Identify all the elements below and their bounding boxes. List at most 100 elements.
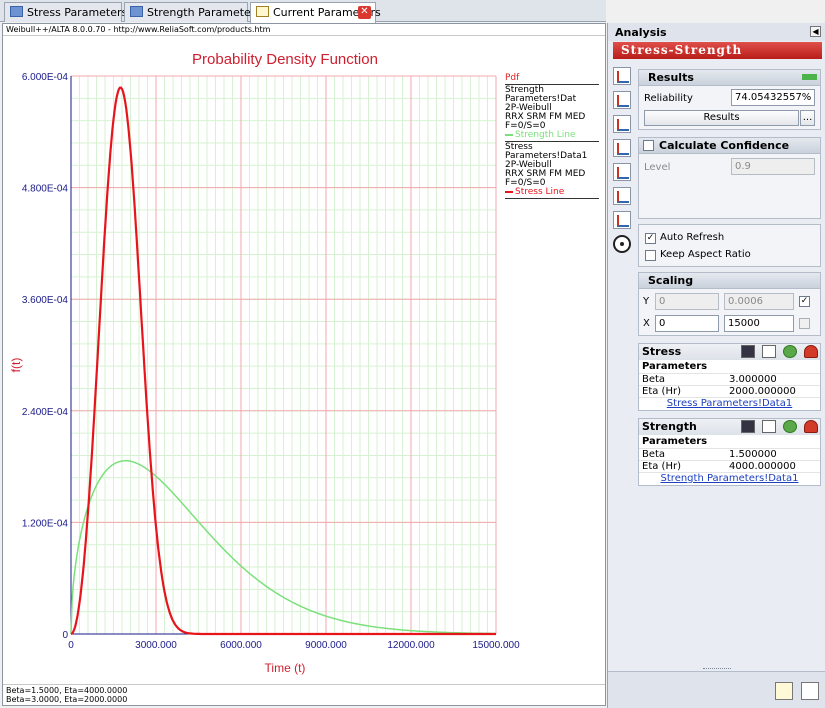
y-tick-label: 4.800E-04 bbox=[22, 184, 69, 195]
scaling-section: Scaling Y 0 0.0006 ✓ X 0 15000 bbox=[638, 272, 821, 336]
calculate-confidence-checkbox[interactable] bbox=[643, 140, 654, 151]
y-min-field[interactable]: 0 bbox=[655, 293, 719, 310]
results-more-button[interactable]: ... bbox=[800, 110, 815, 126]
strength-parameters-table: Strength Parameters Beta 1.500000 Eta (Hr… bbox=[638, 418, 821, 486]
tab-label: Stress Parameters bbox=[27, 6, 128, 19]
worksheet-icon bbox=[130, 6, 143, 17]
legend-entry-strength: Strength Parameters!Dat 2P-Weibull RRX S… bbox=[505, 86, 605, 140]
table-row: Beta 3.000000 bbox=[639, 373, 820, 385]
reliability-value-field[interactable]: 74.05432557% bbox=[731, 89, 815, 106]
legend-swatch bbox=[505, 190, 513, 193]
plot-icon[interactable] bbox=[775, 682, 793, 700]
reliability-label: Reliability bbox=[644, 93, 693, 104]
stress-header: Stress bbox=[639, 344, 820, 360]
stress-title: Stress bbox=[642, 345, 682, 358]
plot-type-icon[interactable] bbox=[613, 67, 631, 85]
plot-style-icon[interactable] bbox=[613, 163, 631, 181]
y-tick-label: 1.200E-04 bbox=[22, 518, 69, 529]
x-auto-checkbox[interactable] bbox=[799, 318, 810, 329]
refresh-icon[interactable] bbox=[783, 345, 798, 358]
chart-legend: Pdf Strength Parameters!Dat 2P-Weibull R… bbox=[505, 74, 605, 200]
param-name: Eta (Hr) bbox=[642, 386, 681, 397]
collapse-panel-icon[interactable]: ◀ bbox=[810, 26, 821, 37]
keep-aspect-ratio-label: Keep Aspect Ratio bbox=[660, 249, 751, 260]
stress-data-link[interactable]: Stress Parameters!Data1 bbox=[639, 397, 820, 409]
y-tick-label: 2.400E-04 bbox=[22, 407, 69, 418]
x-tick-label: 6000.000 bbox=[220, 640, 262, 651]
x-tick-label: 9000.000 bbox=[305, 640, 347, 651]
x-tick-label: 3000.000 bbox=[135, 640, 177, 651]
keep-aspect-ratio-checkbox[interactable] bbox=[645, 250, 656, 261]
distribution-wizard-icon[interactable] bbox=[741, 420, 756, 433]
param-value: 1.500000 bbox=[729, 449, 777, 460]
plot-toolbar bbox=[613, 67, 635, 259]
strength-title: Strength bbox=[642, 420, 697, 433]
edit-parameters-icon[interactable] bbox=[762, 345, 777, 358]
fit-plot-icon[interactable] bbox=[613, 211, 631, 229]
y-auto-checkbox[interactable]: ✓ bbox=[799, 296, 810, 307]
analysis-bottom-bar bbox=[608, 671, 825, 708]
report-icon[interactable] bbox=[801, 682, 819, 700]
stress-strength-banner: Stress-Strength bbox=[613, 42, 822, 59]
param-value: 4000.000000 bbox=[729, 461, 796, 472]
tab-current-parameters[interactable]: Current Parameters ✕ bbox=[250, 2, 381, 23]
results-section: Results Reliability 74.05432557% Results… bbox=[638, 69, 821, 130]
table-row: Beta 1.500000 bbox=[639, 448, 820, 460]
analysis-panel: Analysis ◀ Stress-Strength Results Relia… bbox=[607, 23, 825, 708]
edit-plot-icon[interactable] bbox=[613, 115, 631, 133]
strength-header: Strength bbox=[639, 419, 820, 435]
legend-title: Pdf bbox=[505, 73, 520, 83]
refresh-icon[interactable] bbox=[783, 420, 798, 433]
y-tick-label: 6.000E-04 bbox=[22, 72, 69, 83]
tab-strength-parameters[interactable]: Strength Parameters bbox=[124, 2, 261, 22]
line-plot-icon[interactable] bbox=[613, 91, 631, 109]
legend-entry-stress: Stress Parameters!Data1 2P-Weibull RRX S… bbox=[505, 143, 605, 197]
y-tick-label: 0 bbox=[62, 630, 68, 641]
x-min-field[interactable]: 0 bbox=[655, 315, 719, 332]
worksheet-icon bbox=[10, 6, 23, 17]
level-label: Level bbox=[644, 162, 671, 173]
analysis-title: Analysis bbox=[608, 23, 825, 41]
table-row: Eta (Hr) 2000.000000 bbox=[639, 385, 820, 397]
legend-line-label: Strength Line bbox=[515, 130, 576, 140]
confidence-header: Calculate Confidence bbox=[639, 138, 820, 154]
zoom-plot-icon[interactable] bbox=[613, 139, 631, 157]
strength-parameters-subheader: Parameters bbox=[642, 436, 708, 447]
tab-stress-parameters[interactable]: Stress Parameters bbox=[4, 2, 127, 22]
x-max-field[interactable]: 15000 bbox=[724, 315, 794, 332]
param-name: Beta bbox=[642, 374, 666, 385]
auto-refresh-checkbox[interactable]: ✓ bbox=[645, 233, 656, 244]
legend-source: Strength Parameters!Dat bbox=[505, 85, 577, 104]
strength-data-link[interactable]: Strength Parameters!Data1 bbox=[639, 472, 820, 484]
close-tab-icon[interactable]: ✕ bbox=[358, 6, 371, 19]
param-name: Eta (Hr) bbox=[642, 461, 681, 472]
x-axis-label: Time (t) bbox=[265, 661, 306, 675]
plot-panel: 0 3000.000 6000.000 9000.000 12000.000 15000.… bbox=[2, 23, 606, 706]
confidence-title: Calculate Confidence bbox=[659, 139, 790, 152]
select-data-icon[interactable] bbox=[804, 420, 818, 433]
options-section: ✓ Auto Refresh Keep Aspect Ratio bbox=[638, 224, 821, 267]
param-name: Beta bbox=[642, 449, 666, 460]
param-value: 3.000000 bbox=[729, 374, 777, 385]
x-scale-label: X bbox=[643, 318, 650, 329]
results-collapse-icon[interactable] bbox=[802, 74, 817, 80]
legend-swatch bbox=[505, 133, 513, 136]
y-scale-label: Y bbox=[643, 296, 650, 307]
confidence-level-field[interactable]: 0.9 bbox=[731, 158, 815, 175]
document-tab-bar: Stress Parameters Strength Parameters Cu… bbox=[0, 0, 606, 23]
edit-parameters-icon[interactable] bbox=[762, 420, 777, 433]
results-button[interactable]: Results bbox=[644, 110, 799, 126]
legend-line-label: Stress Line bbox=[515, 187, 565, 197]
redraw-plot-icon[interactable] bbox=[613, 187, 631, 205]
select-data-icon[interactable] bbox=[804, 345, 818, 358]
distribution-wizard-icon[interactable] bbox=[741, 345, 756, 358]
results-header: Results bbox=[639, 70, 820, 86]
y-max-field[interactable]: 0.0006 bbox=[724, 293, 794, 310]
footer-divider bbox=[3, 684, 605, 685]
x-tick-label: 15000.000 bbox=[472, 640, 520, 651]
target-icon[interactable] bbox=[613, 235, 631, 253]
stress-parameters-subheader: Parameters bbox=[642, 361, 708, 372]
y-axis-label: f(t) bbox=[9, 358, 23, 373]
tab-label: Strength Parameters bbox=[147, 6, 262, 19]
plot-icon bbox=[256, 6, 269, 17]
